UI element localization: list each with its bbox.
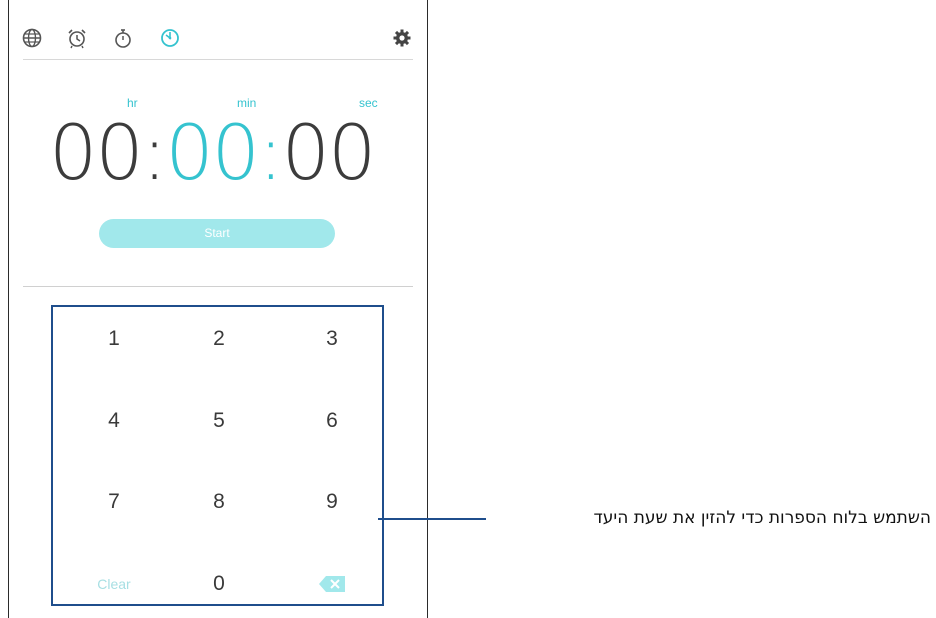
key-9[interactable]: 9: [277, 477, 387, 527]
timer-display: 00:00:00: [49, 108, 389, 198]
key-4[interactable]: 4: [59, 396, 169, 446]
time-separator: :: [258, 108, 284, 197]
timer-icon[interactable]: [159, 27, 181, 49]
key-1[interactable]: 1: [59, 314, 169, 364]
key-8[interactable]: 8: [164, 477, 274, 527]
tab-bar-divider: [23, 59, 413, 60]
key-3[interactable]: 3: [277, 314, 387, 364]
globe-icon[interactable]: [21, 27, 43, 49]
callout-leader-line: [378, 518, 486, 520]
tab-bar: [9, 22, 427, 58]
gear-icon[interactable]: [391, 27, 413, 49]
hours-value[interactable]: 00: [49, 108, 144, 198]
key-0[interactable]: 0: [164, 559, 274, 609]
backspace-icon[interactable]: [277, 559, 387, 609]
key-7[interactable]: 7: [59, 477, 169, 527]
seconds-value[interactable]: 00: [282, 108, 377, 198]
key-2[interactable]: 2: [164, 314, 274, 364]
section-divider: [23, 286, 413, 287]
start-button[interactable]: Start: [99, 219, 335, 248]
key-5[interactable]: 5: [164, 396, 274, 446]
time-separator: :: [141, 108, 168, 197]
numeric-keypad: 1 2 3 4 5 6 7 8 9 Clear 0: [51, 305, 384, 606]
callout-annotation: השתמש בלוח הספרות כדי להזין את שעת היעד: [593, 508, 931, 528]
clear-button[interactable]: Clear: [59, 559, 169, 609]
alarm-clock-icon[interactable]: [66, 27, 88, 49]
minutes-value[interactable]: 00: [165, 108, 260, 198]
timer-screen: hr min sec 00:00:00 Start 1 2 3 4 5 6 7 …: [8, 0, 428, 618]
stopwatch-icon[interactable]: [112, 27, 134, 49]
key-6[interactable]: 6: [277, 396, 387, 446]
